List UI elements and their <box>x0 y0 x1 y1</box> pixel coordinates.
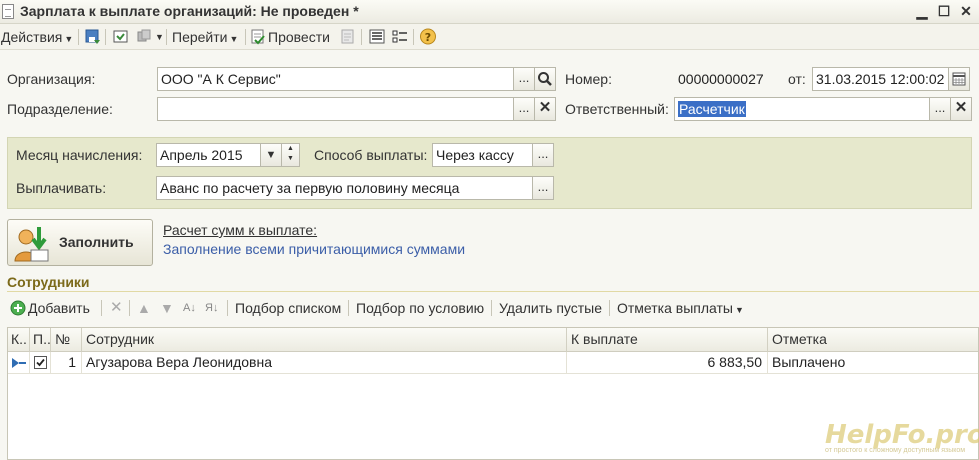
sort-desc-icon[interactable]: Я↓ <box>205 298 218 318</box>
save-icon[interactable] <box>84 28 102 45</box>
month-label: Месяц начисления: <box>16 147 143 163</box>
dept-label: Подразделение: <box>7 101 113 117</box>
number-label: Номер: <box>565 71 612 87</box>
sort-asc-icon[interactable]: A↓ <box>183 298 196 318</box>
checkmark-icon <box>36 358 45 367</box>
report-structure-icon[interactable] <box>391 28 409 45</box>
date-field[interactable]: 31.03.2015 12:00:02 <box>812 67 949 91</box>
close-button[interactable]: ✕ <box>957 2 975 20</box>
month-field[interactable]: Апрель 2015 <box>156 143 261 167</box>
row-pointer-icon <box>12 358 26 368</box>
org-select-button[interactable]: ... <box>513 67 535 91</box>
move-up-icon[interactable]: ▲ <box>137 298 151 318</box>
col-p-header[interactable]: П.. <box>30 328 51 352</box>
calendar-button[interactable] <box>948 67 970 91</box>
row-cursor-cell <box>8 352 30 374</box>
dropdown-arrow-icon: ▼ <box>265 149 277 161</box>
responsible-label: Ответственный: <box>565 101 669 117</box>
refresh-icon[interactable] <box>112 28 130 45</box>
pay-label: Выплачивать: <box>16 180 107 196</box>
fill-all-link[interactable]: Заполнение всеми причитающимися суммами <box>163 241 465 257</box>
row-amount[interactable]: 6 883,50 <box>567 352 768 374</box>
title-bar: Зарплата к выплате организаций: Не прове… <box>0 0 979 24</box>
calc-sums-link[interactable]: Расчет сумм к выплате: <box>163 222 317 238</box>
method-field[interactable]: Через кассу <box>432 143 533 167</box>
document-actions-icon[interactable] <box>339 28 357 45</box>
fill-people-icon <box>14 227 49 262</box>
svg-text:?: ? <box>425 31 431 44</box>
add-button[interactable]: Добавить <box>28 298 90 318</box>
dept-field[interactable] <box>157 97 514 121</box>
row-checkbox[interactable] <box>34 356 47 369</box>
row-checkbox-cell[interactable] <box>30 352 51 374</box>
watermark-tagline: от простого к сложному доступным языком <box>825 447 966 454</box>
main-toolbar: Действия ▼ ▼ Перейти ▼ Провести ? <box>0 24 979 50</box>
row-number: 1 <box>51 352 82 374</box>
structure-dropdown-icon[interactable]: ▼ <box>155 27 164 47</box>
row-employee-name[interactable]: Агузарова Вера Леонидовна <box>82 352 567 374</box>
goto-menu[interactable]: Перейти ▼ <box>172 27 238 47</box>
post-icon[interactable] <box>249 28 267 45</box>
col-amount-header[interactable]: К выплате <box>567 328 768 352</box>
col-k-header[interactable]: К.. <box>8 328 30 352</box>
delete-icon[interactable]: ✕ <box>110 298 123 318</box>
method-select-button[interactable]: ... <box>532 143 554 167</box>
number-field[interactable]: 00000000027 <box>674 67 781 91</box>
minimize-button[interactable]: ▁ <box>913 2 931 20</box>
mark-payment-menu[interactable]: Отметка выплаты ▼ <box>617 298 744 318</box>
pick-condition-button[interactable]: Подбор по условию <box>356 298 484 318</box>
maximize-button[interactable]: ☐ <box>935 2 953 20</box>
calendar-icon <box>952 72 966 86</box>
responsible-field[interactable]: Расчетчик <box>674 97 930 121</box>
pay-field[interactable]: Аванс по расчету за первую половину меся… <box>156 176 533 200</box>
dept-select-button[interactable]: ... <box>513 97 535 121</box>
month-spinner[interactable]: ▲ ▼ <box>281 143 300 167</box>
list-settings-icon[interactable] <box>368 28 386 45</box>
window-title: Зарплата к выплате организаций: Не прове… <box>20 3 359 19</box>
clear-icon: ✕ <box>538 99 552 116</box>
actions-menu[interactable]: Действия ▼ <box>1 27 73 47</box>
org-open-button[interactable] <box>534 67 556 91</box>
date-label: от: <box>788 71 806 87</box>
fill-button[interactable]: Заполнить <box>7 219 153 266</box>
responsible-select-button[interactable]: ... <box>929 97 951 121</box>
method-label: Способ выплаты: <box>314 147 428 163</box>
table-header: К.. П.. № Сотрудник К выплате Отметка <box>8 328 978 352</box>
org-field[interactable]: ООО "А К Сервис" <box>157 67 514 91</box>
col-number-header[interactable]: № <box>51 328 82 352</box>
post-button[interactable]: Провести <box>268 27 330 47</box>
col-employee-header[interactable]: Сотрудник <box>82 328 567 352</box>
pick-list-button[interactable]: Подбор списком <box>235 298 341 318</box>
watermark-logo: HelpFo.pro <box>825 420 979 450</box>
fill-button-label: Заполнить <box>59 234 134 250</box>
employees-toolbar: Добавить ✕ ▲ ▼ A↓ Я↓ Подбор списком Подб… <box>0 296 979 320</box>
col-mark-header[interactable]: Отметка <box>768 328 979 352</box>
responsible-clear-button[interactable]: ✕ <box>950 97 972 121</box>
pay-select-button[interactable]: ... <box>532 176 554 200</box>
table-row[interactable]: 1 Агузарова Вера Леонидовна 6 883,50 Вып… <box>8 352 978 374</box>
month-dropdown-button[interactable]: ▼ <box>260 143 282 167</box>
row-mark[interactable]: Выплачено <box>768 352 979 374</box>
structure-icon[interactable] <box>136 28 154 45</box>
magnifier-icon <box>538 72 552 86</box>
spin-up-icon[interactable]: ▲ <box>287 145 294 152</box>
clear-icon: ✕ <box>954 99 968 116</box>
section-divider <box>7 291 979 292</box>
document-icon <box>2 4 14 19</box>
org-label: Организация: <box>7 71 96 87</box>
responsible-value: Расчетчик <box>678 101 746 117</box>
dept-clear-button[interactable]: ✕ <box>534 97 556 121</box>
add-icon[interactable] <box>10 300 26 316</box>
move-down-icon[interactable]: ▼ <box>160 298 174 318</box>
help-icon[interactable]: ? <box>419 28 437 45</box>
employees-section-title: Сотрудники <box>7 274 90 290</box>
spin-down-icon[interactable]: ▼ <box>287 155 294 162</box>
delete-empty-button[interactable]: Удалить пустые <box>499 298 602 318</box>
